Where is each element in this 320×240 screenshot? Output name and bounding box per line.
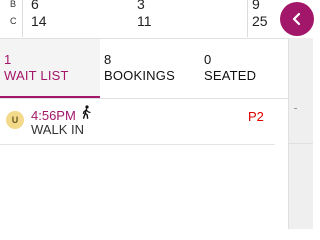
walk-in-icon <box>82 105 91 119</box>
tab-count: 1 <box>4 52 12 67</box>
count-c-3: 25 <box>252 13 268 29</box>
right-sidebar-strip <box>288 38 313 229</box>
tab-count: 0 <box>204 52 212 67</box>
avatar: U <box>6 111 24 129</box>
tab-bar: 1 WAIT LIST 8 BOOKINGS 0 SEATED <box>0 38 300 99</box>
tab-label: WAIT LIST <box>4 68 69 83</box>
party-label: WALK IN <box>31 122 84 137</box>
tab-label: BOOKINGS <box>104 68 175 83</box>
row-label-c: C <box>10 16 17 26</box>
row-label-b: B <box>10 0 17 9</box>
tab-wait-list[interactable]: 1 WAIT LIST <box>0 39 100 98</box>
divider <box>22 0 23 37</box>
divider <box>247 0 248 37</box>
counts-header: B 6 3 9 C 14 11 25 <box>0 0 300 37</box>
tab-seated[interactable]: 0 SEATED <box>200 39 288 98</box>
count-c-2: 11 <box>137 13 152 29</box>
entry-time: 4:56PM <box>31 108 76 123</box>
counts-row-c: C 14 11 25 <box>0 11 300 29</box>
divider <box>289 143 313 144</box>
count-c-1: 14 <box>31 13 47 29</box>
tab-label: SEATED <box>204 68 257 83</box>
collapse-panel-button[interactable] <box>280 2 314 36</box>
chevron-left-icon <box>292 12 301 26</box>
tab-count: 8 <box>104 52 112 67</box>
waitlist-entry[interactable]: U 4:56PM WALK IN P2 <box>0 98 275 145</box>
priority-badge: P2 <box>248 109 264 124</box>
scroll-indicator <box>294 108 297 109</box>
tab-bookings[interactable]: 8 BOOKINGS <box>100 39 200 98</box>
counts-row-b: B 6 3 9 <box>0 0 300 12</box>
